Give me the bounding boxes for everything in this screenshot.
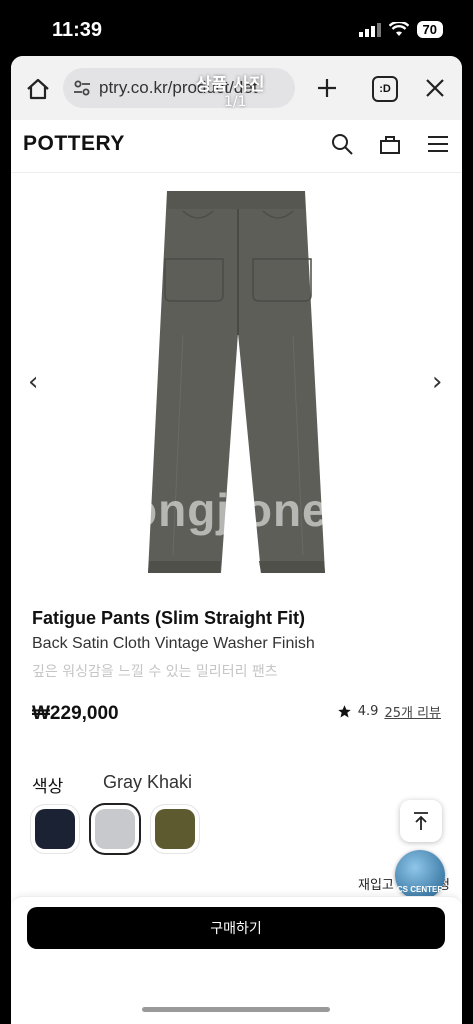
status-time: 11:39 (52, 19, 103, 41)
rating-value: 4.9 (357, 704, 379, 719)
star-icon (338, 705, 351, 718)
gallery-next-button[interactable]: › (432, 367, 442, 397)
wifi-icon (388, 22, 409, 36)
purchase-bar: 구매하기 (11, 896, 462, 1024)
color-swatch-navy[interactable] (35, 809, 75, 849)
signal-icon (358, 22, 381, 37)
new-tab-icon[interactable] (315, 76, 339, 100)
watermark: ongjione (129, 484, 329, 536)
color-option-label: 색상 (32, 777, 64, 797)
tab-switcher-button[interactable]: :D (372, 76, 398, 102)
product-description: 깊은 워싱감을 느낄 수 있는 밀리터리 팬츠 (32, 664, 278, 680)
status-bar: 11:39 70 (0, 0, 473, 60)
scroll-to-top-button[interactable] (400, 800, 442, 842)
close-icon[interactable] (423, 76, 447, 100)
color-swatch-gray-khaki[interactable] (95, 809, 135, 849)
product-title: Fatigue Pants (Slim Straight Fit) (32, 608, 306, 628)
home-icon[interactable] (25, 76, 51, 102)
gallery-prev-button[interactable]: ‹ (28, 367, 38, 397)
status-icons: 70 (358, 21, 443, 38)
search-icon[interactable] (330, 132, 354, 156)
shopping-bag-icon[interactable] (378, 132, 402, 156)
menu-icon[interactable] (426, 132, 450, 156)
buy-button[interactable]: 구매하기 (27, 907, 445, 949)
browser-toolbar: ptry.co.kr/product/det 상품 사진 1/1 :D (11, 56, 462, 120)
browser-sheet: ptry.co.kr/product/det 상품 사진 1/1 :D POTT… (11, 56, 462, 1024)
review-count-link[interactable]: 25개 리뷰 (384, 702, 441, 721)
home-indicator (142, 1007, 330, 1012)
product-subtitle: Back Satin Cloth Vintage Washer Finish (32, 635, 315, 652)
cs-center-badge[interactable]: CS CENTER (395, 850, 445, 900)
site-header: POTTERY (11, 120, 462, 173)
product-price: ₩229,000 (32, 703, 119, 724)
color-swatch-olive[interactable] (155, 809, 195, 849)
rating: 4.9 25개 리뷰 (337, 702, 441, 721)
product-gallery[interactable]: ‹ › ongjione (11, 173, 462, 593)
photo-viewer-title: 상품 사진 (196, 75, 265, 95)
photo-index: 1/1 (224, 94, 247, 110)
site-settings-icon[interactable] (73, 79, 91, 97)
selected-color-name: Gray Khaki (103, 772, 193, 792)
site-logo[interactable]: POTTERY (23, 132, 125, 156)
battery-indicator: 70 (416, 21, 443, 38)
arrow-up-icon (414, 812, 428, 830)
